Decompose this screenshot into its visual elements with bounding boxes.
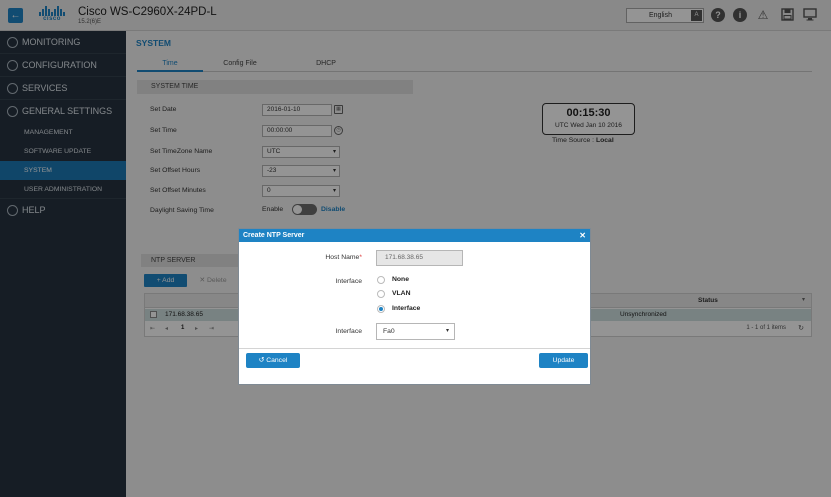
radio-none[interactable] [377, 276, 385, 284]
create-ntp-modal: Create NTP Server ✕ Host Name* 171.68.38… [238, 228, 591, 385]
cancel-button[interactable]: ↺ Cancel [246, 353, 300, 368]
undo-icon: ↺ [258, 357, 265, 364]
interface-select[interactable]: Fa0 ▾ [376, 323, 455, 340]
modal-title: Create NTP Server ✕ [239, 229, 590, 242]
interface-select-value: Fa0 [383, 328, 395, 335]
host-name-label-text: Host Name [325, 254, 360, 261]
radio-vlan-label[interactable]: VLAN [392, 290, 411, 297]
close-icon[interactable]: ✕ [579, 229, 586, 242]
radio-none-label[interactable]: None [392, 276, 409, 283]
modal-title-text: Create NTP Server [243, 232, 305, 239]
divider [239, 348, 590, 349]
host-name-label: Host Name* [302, 254, 362, 261]
required-marker: * [359, 254, 362, 261]
update-button[interactable]: Update [539, 353, 588, 368]
interface-select-label: Interface [335, 328, 362, 335]
host-name-input[interactable]: 171.68.38.65 [376, 250, 463, 266]
cancel-button-label: Cancel [266, 357, 288, 364]
chevron-down-icon: ▾ [445, 328, 449, 334]
radio-vlan[interactable] [377, 290, 385, 298]
radio-interface-label[interactable]: Interface [392, 305, 420, 312]
interface-type-label: Interface [335, 278, 362, 285]
radio-interface[interactable] [377, 305, 385, 313]
